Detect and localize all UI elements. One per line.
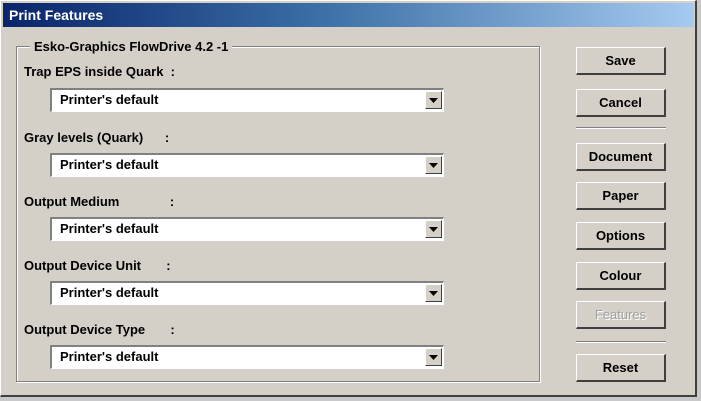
output-device-type-label: Output Device Type : (24, 322, 175, 337)
trap-eps-value: Printer's default (60, 92, 159, 107)
save-button[interactable]: Save (576, 47, 666, 75)
document-button[interactable]: Document (576, 143, 666, 171)
output-medium-value: Printer's default (60, 221, 159, 236)
output-device-type-value: Printer's default (60, 349, 159, 364)
separator (576, 341, 666, 343)
chevron-down-icon[interactable] (425, 284, 442, 302)
separator (576, 127, 666, 129)
chevron-down-icon[interactable] (425, 348, 442, 366)
gray-levels-label: Gray levels (Quark) : (24, 130, 170, 145)
features-button: Features (576, 301, 666, 329)
cancel-button[interactable]: Cancel (576, 89, 666, 117)
output-device-type-select[interactable]: Printer's default (50, 345, 444, 369)
chevron-down-icon[interactable] (425, 156, 442, 174)
output-device-unit-label: Output Device Unit : (24, 258, 171, 273)
chevron-down-icon[interactable] (425, 220, 442, 238)
window-title[interactable]: Print Features (3, 3, 694, 27)
output-medium-select[interactable]: Printer's default (50, 217, 444, 241)
paper-button[interactable]: Paper (576, 182, 666, 210)
colour-button[interactable]: Colour (576, 262, 666, 290)
trap-eps-label: Trap EPS inside Quark : (24, 64, 175, 79)
output-medium-label: Output Medium : (24, 194, 175, 209)
output-device-unit-select[interactable]: Printer's default (50, 281, 444, 305)
options-button[interactable]: Options (576, 222, 666, 250)
trap-eps-select[interactable]: Printer's default (50, 88, 444, 112)
output-device-unit-value: Printer's default (60, 285, 159, 300)
reset-button[interactable]: Reset (576, 354, 666, 382)
group-title: Esko-Graphics FlowDrive 4.2 -1 (30, 39, 233, 54)
gray-levels-select[interactable]: Printer's default (50, 153, 444, 177)
chevron-down-icon[interactable] (425, 91, 442, 109)
gray-levels-value: Printer's default (60, 157, 159, 172)
